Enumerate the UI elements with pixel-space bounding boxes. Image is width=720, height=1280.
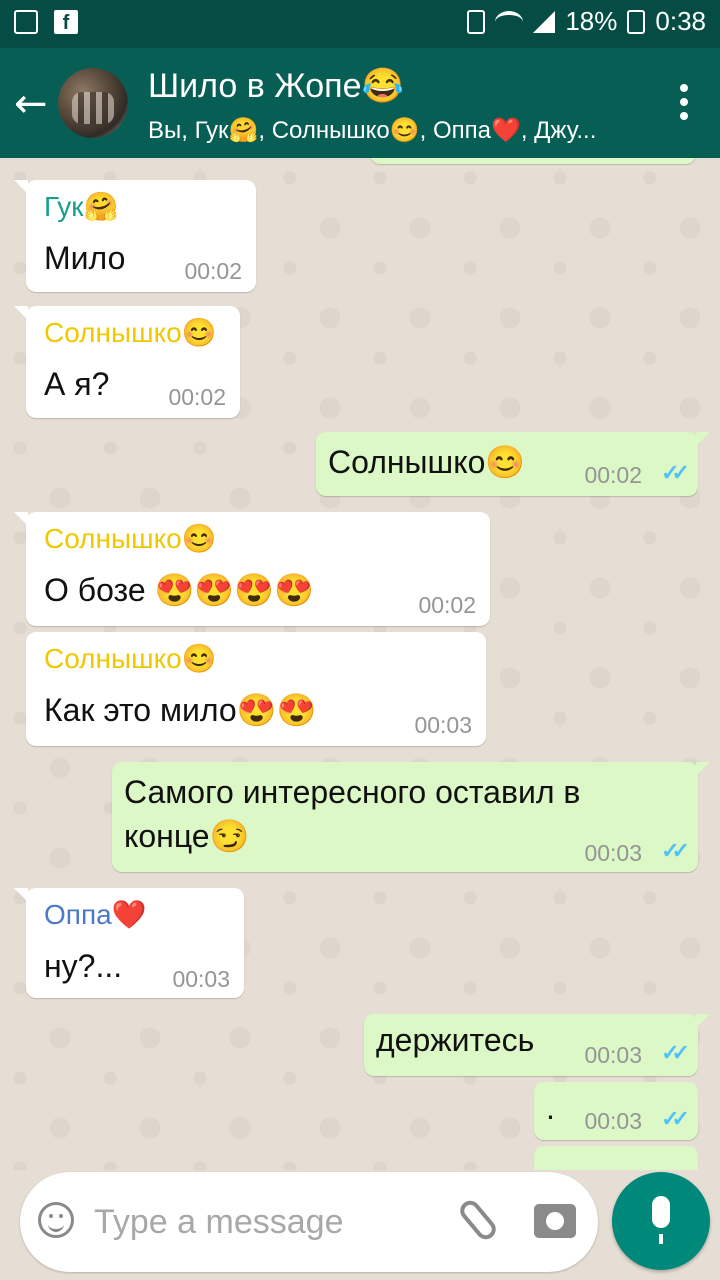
chat-title[interactable]: Шило в Жопе😂 (148, 66, 404, 106)
message-sender: Гук🤗 (44, 191, 119, 222)
message-sender: Солнышко😊 (44, 523, 217, 554)
message-text: О бозе 😍😍😍😍 (44, 572, 314, 608)
message-time: 00:02 (168, 384, 226, 410)
sim-icon (467, 9, 486, 34)
message-sender: Оппа❤️ (44, 899, 147, 930)
clock: 0:38 (655, 6, 706, 36)
message-time: 00:02 (184, 258, 242, 284)
message-time: 00:02 (584, 462, 642, 488)
battery-icon (627, 9, 646, 34)
group-avatar[interactable] (58, 68, 128, 138)
read-receipt-icon: ✓✓ (661, 1040, 690, 1065)
message-text: Солнышко😊 (328, 444, 526, 480)
message-bubble[interactable]: Солнышко😊 00:02 ✓✓ (316, 432, 710, 496)
status-bar: f 18% 0:38 (0, 0, 720, 48)
signal-icon (533, 10, 556, 33)
message-time: 00:03 (172, 966, 230, 992)
message-text: Как это мило😍😍 (44, 692, 317, 728)
message-bubble-partial (534, 1146, 698, 1170)
emoji-icon[interactable] (38, 1202, 74, 1238)
message-text: держитесь (376, 1022, 535, 1058)
attach-icon[interactable] (456, 1196, 500, 1244)
message-bubble-partial (370, 158, 696, 164)
participants-list[interactable]: Вы, Гук🤗, Солнышко😊, Оппа❤️, Джу... (148, 116, 618, 145)
read-receipt-icon: ✓✓ (661, 838, 690, 863)
message-text: ну?... (44, 948, 123, 984)
message-text-line: Самого интересного оставил в (124, 774, 581, 810)
message-sender: Солнышко😊 (44, 643, 217, 674)
message-bubble[interactable]: Оппа❤️ ну?... 00:03 (14, 888, 244, 998)
message-text: Мило (44, 240, 126, 276)
message-sender: Солнышко😊 (44, 317, 217, 348)
message-text: А я? (44, 366, 110, 402)
message-composer (20, 1172, 598, 1272)
message-input[interactable] (92, 1196, 436, 1248)
message-bubble[interactable]: Гук🤗 Мило 00:02 (14, 180, 256, 292)
message-bubble[interactable]: Самого интересного оставил в конце😏 00:0… (112, 762, 710, 872)
message-text-line: конце😏 (124, 818, 250, 854)
back-arrow-icon[interactable]: ← (14, 84, 48, 124)
message-bubble[interactable]: держитесь 00:03 ✓✓ (364, 1014, 710, 1076)
message-time: 00:03 (414, 712, 472, 738)
wifi-icon (495, 10, 524, 33)
gallery-notification-icon (14, 10, 38, 34)
battery-percent: 18% (565, 6, 618, 36)
message-bubble[interactable]: Солнышко😊 Как это мило😍😍 00:03 (26, 632, 486, 746)
message-bubble[interactable]: Солнышко😊 О бозе 😍😍😍😍 00:02 (14, 512, 490, 626)
message-time: 00:02 (418, 592, 476, 618)
microphone-icon (652, 1196, 670, 1244)
message-time: 00:03 (584, 840, 642, 866)
message-time: 00:03 (584, 1042, 642, 1068)
facebook-notification-icon: f (54, 10, 78, 34)
voice-record-button[interactable] (612, 1172, 710, 1270)
message-bubble[interactable]: . 00:03 ✓✓ (534, 1082, 698, 1140)
message-bubble[interactable]: Солнышко😊 А я? 00:02 (14, 306, 240, 418)
camera-icon[interactable] (534, 1204, 576, 1238)
message-text: . (546, 1090, 555, 1126)
chat-header: ← Шило в Жопе😂 Вы, Гук🤗, Солнышко😊, Оппа… (0, 48, 720, 158)
read-receipt-icon: ✓✓ (661, 460, 690, 485)
message-list[interactable]: Гук🤗 Мило 00:02 Солнышко😊 А я? 00:02 Сол… (0, 158, 720, 1170)
read-receipt-icon: ✓✓ (661, 1106, 690, 1131)
message-time: 00:03 (584, 1108, 642, 1134)
more-options-icon[interactable] (680, 84, 688, 126)
